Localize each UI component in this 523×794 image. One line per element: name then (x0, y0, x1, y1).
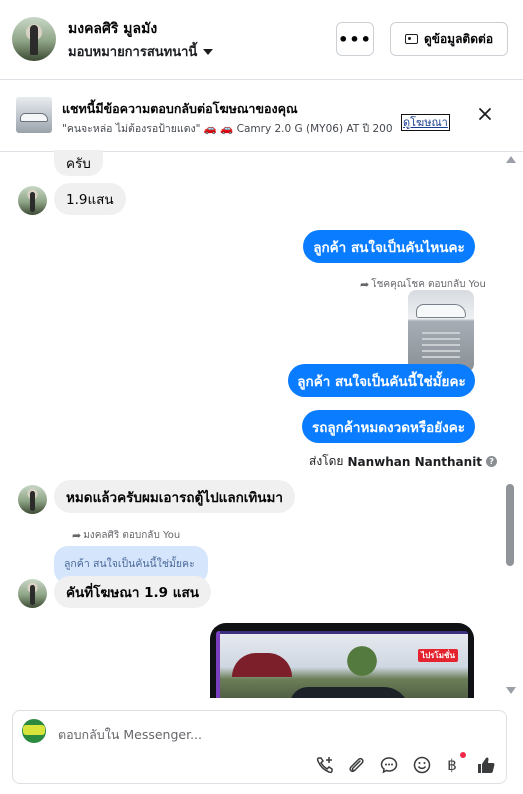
scroll-down-icon[interactable] (506, 687, 516, 694)
reply-label-text: มงคลศิริ ตอบกลับ You (83, 530, 181, 541)
call-add-icon[interactable] (315, 755, 335, 775)
more-options-button[interactable]: ••• (336, 22, 374, 56)
quoted-ad-image[interactable] (408, 290, 474, 372)
attachment-icon[interactable] (346, 755, 366, 775)
contact-card-icon (404, 34, 418, 44)
reply-indicator: ➦ มงคลศิริ ตอบกลับ You (72, 528, 180, 543)
notification-dot (460, 752, 466, 758)
caret-down-icon (203, 48, 214, 55)
message-bubble[interactable]: ครับ (54, 150, 103, 176)
ad-reply-banner: แชทนี้มีข้อความตอบกลับต่อโฆษณาของคุณ "คน… (0, 80, 523, 152)
close-icon[interactable] (476, 105, 494, 123)
message-bubble[interactable]: 1.9แสน (54, 183, 126, 215)
scroll-up-icon[interactable] (506, 156, 516, 163)
reply-arrow-icon: ➦ (360, 278, 370, 291)
contact-name[interactable]: มงคลศิริ มูลมัง (68, 18, 157, 40)
assign-conversation-dropdown[interactable]: มอบหมายการสนทนานี้ (68, 41, 214, 62)
contact-avatar[interactable] (12, 17, 56, 61)
sent-by-name: Nanwhan Nanthanit (347, 454, 483, 469)
view-contact-label: ดูข้อมูลติดต่อ (423, 31, 494, 46)
view-contact-button[interactable]: ดูข้อมูลติดต่อ (390, 22, 508, 56)
shared-ad-image[interactable]: ไปรโมชั่น (210, 623, 474, 698)
thumbs-up-icon[interactable] (476, 755, 496, 775)
message-bubble[interactable]: หมดแล้วครับผมเอารถตู้ไปแลกเทินมา (54, 480, 296, 513)
message-composer: ตอบกลับใน Messenger... ฿ (12, 710, 507, 784)
emoji-icon[interactable] (412, 755, 432, 775)
assign-label: มอบหมายการสนทนานี้ (68, 45, 198, 60)
sent-by-label: ส่งโดย Nanwhan Nanthanit ? (309, 452, 498, 471)
sender-avatar[interactable] (18, 186, 47, 215)
message-bubble-outgoing[interactable]: ลูกค้า สนใจเป็นคันนี้ใช่มั้ยคะ (288, 364, 475, 397)
sent-by-prefix: ส่งโดย (309, 454, 344, 468)
message-scrollbar[interactable] (503, 152, 517, 698)
message-bubble-outgoing[interactable]: รถลูกค้าหมดงวดหรือยังคะ (302, 410, 475, 443)
ad-thumbnail (16, 97, 52, 133)
reply-arrow-icon: ➦ (72, 529, 82, 542)
promotion-badge: ไปรโมชั่น (418, 649, 458, 662)
message-bubble-outgoing[interactable]: ลูกค้า สนใจเป็นคันไหนคะ (303, 230, 475, 263)
page-avatar (22, 719, 46, 743)
sender-avatar[interactable] (18, 485, 47, 514)
chat-bubble-icon[interactable] (379, 755, 399, 775)
conversation-header: มงคลศิริ มูลมัง มอบหมายการสนทนานี้ ••• ด… (0, 0, 523, 80)
message-bubble[interactable]: คันที่โฆษณา 1.9 แสน (54, 576, 211, 608)
baht-payment-icon[interactable]: ฿ (442, 755, 462, 775)
ad-banner-subtitle: "คนจะหล่อ ไม่ต้องรอป้ายแดง" 🚗 🚗 Camry 2.… (62, 123, 392, 135)
scrollbar-thumb[interactable] (506, 484, 514, 566)
info-icon[interactable]: ? (486, 456, 498, 467)
reply-input[interactable]: ตอบกลับใน Messenger... (58, 725, 202, 745)
view-ad-link[interactable]: ดูโฆษณา (401, 114, 450, 131)
sender-avatar[interactable] (18, 579, 47, 608)
ad-banner-title: แชทนี้มีข้อความตอบกลับต่อโฆษณาของคุณ (62, 101, 298, 116)
